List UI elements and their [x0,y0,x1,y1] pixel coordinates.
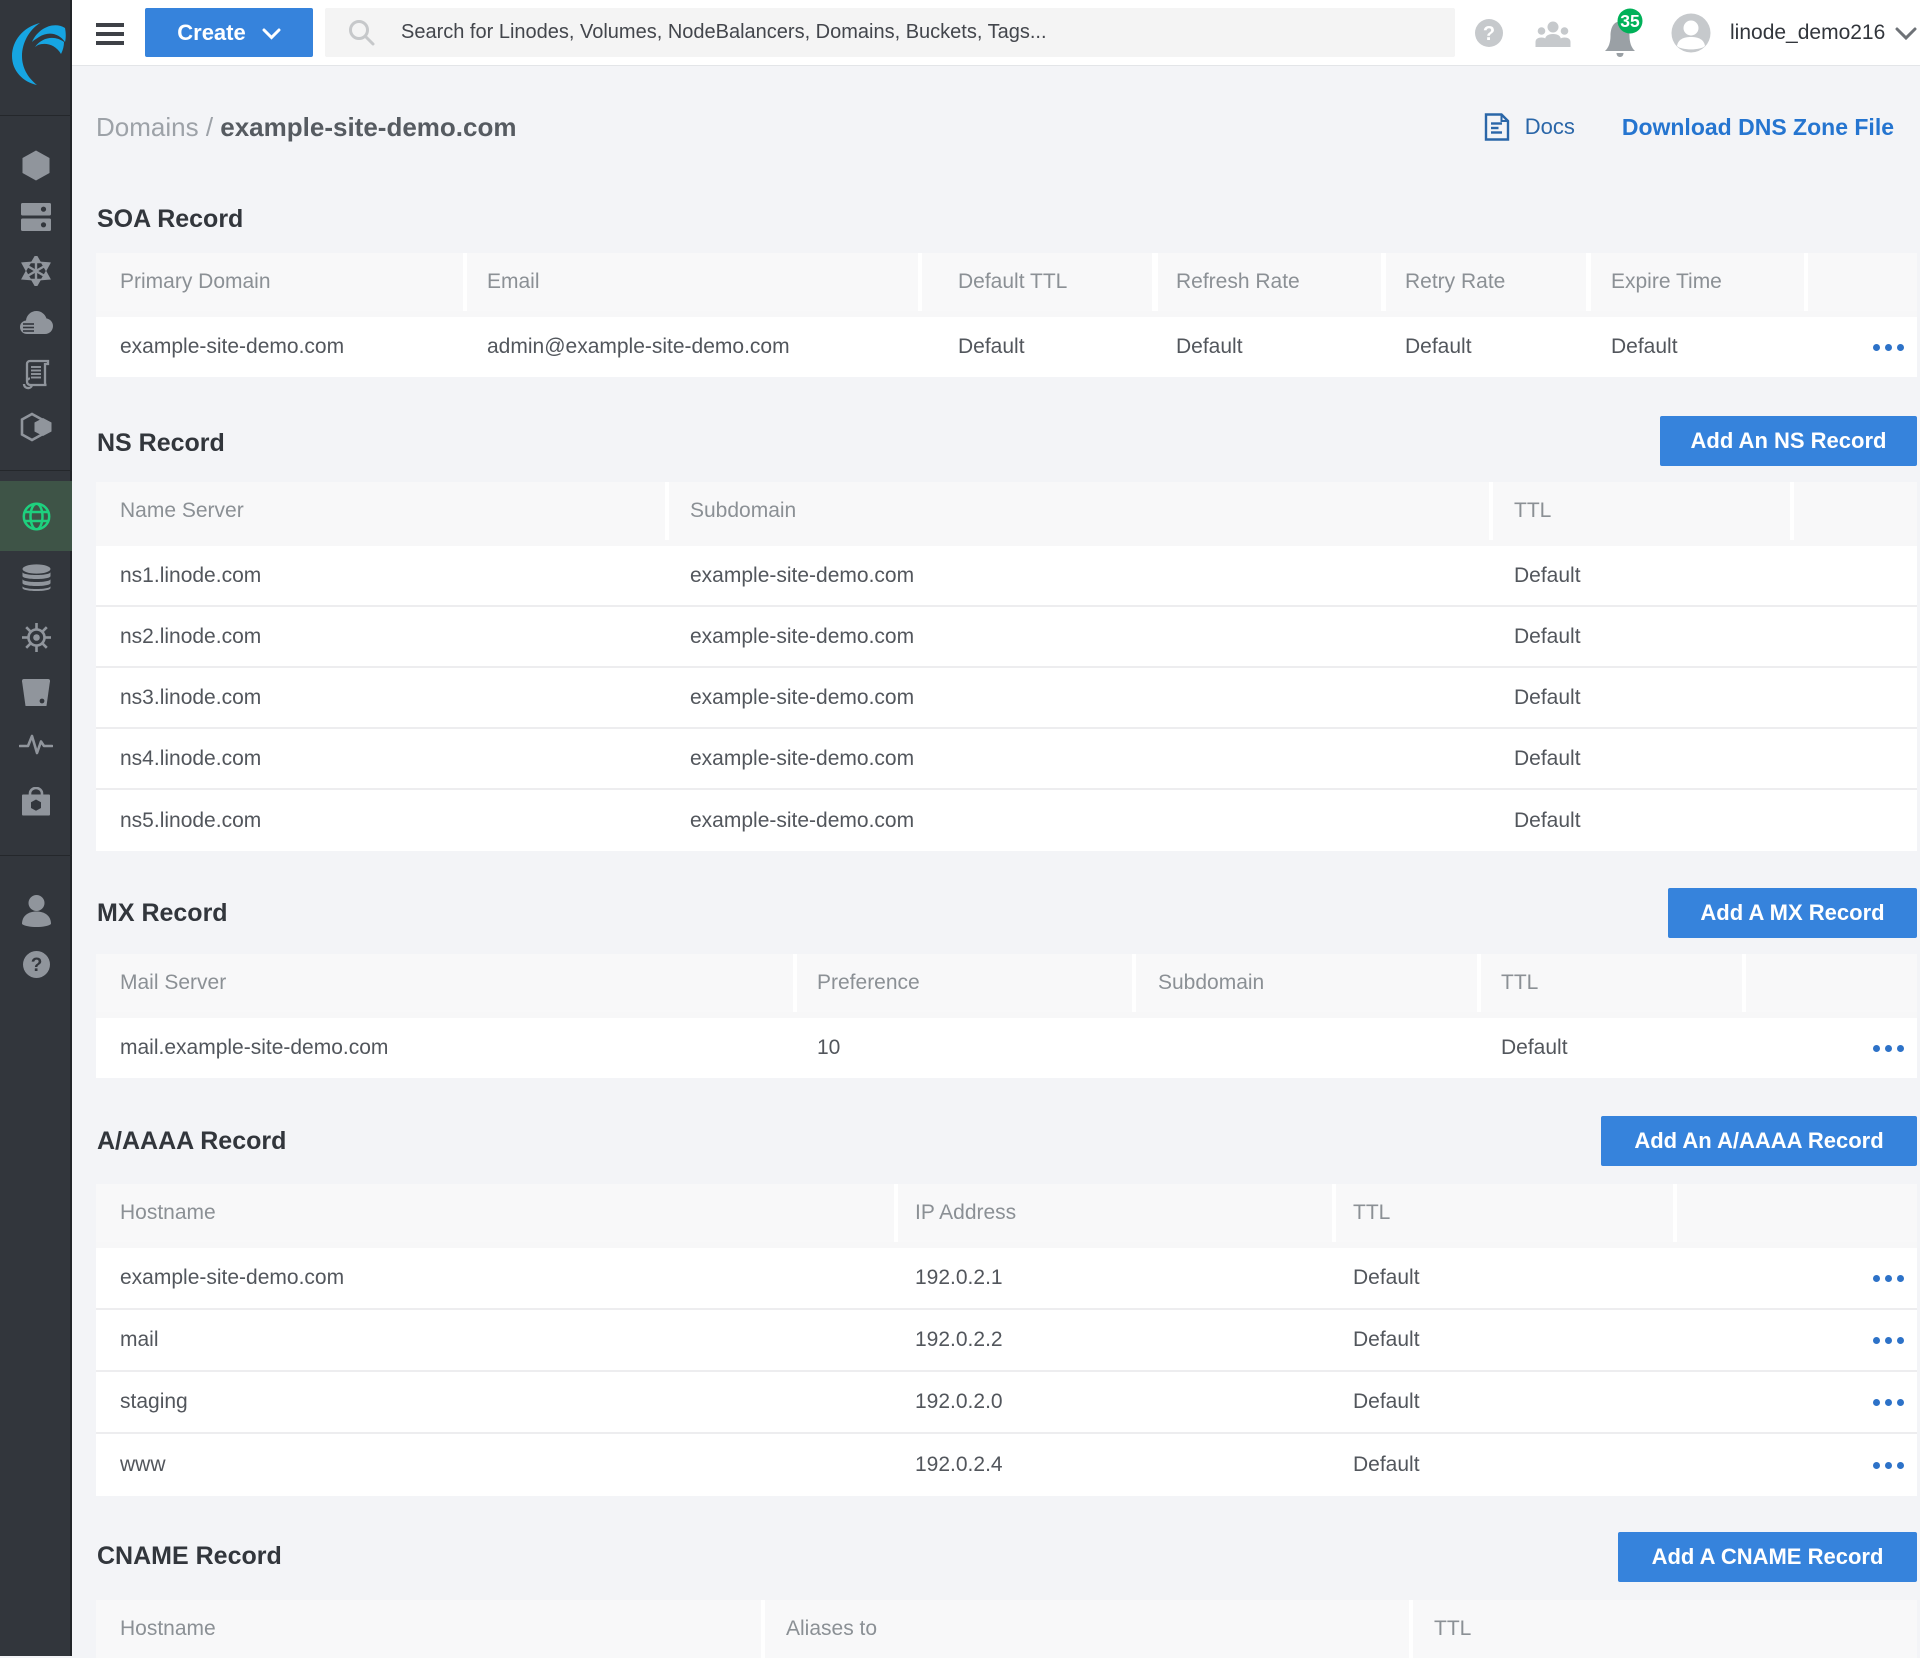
svg-text:35: 35 [1620,11,1640,31]
svg-text:?: ? [30,955,42,976]
svg-text:?: ? [1483,23,1495,45]
